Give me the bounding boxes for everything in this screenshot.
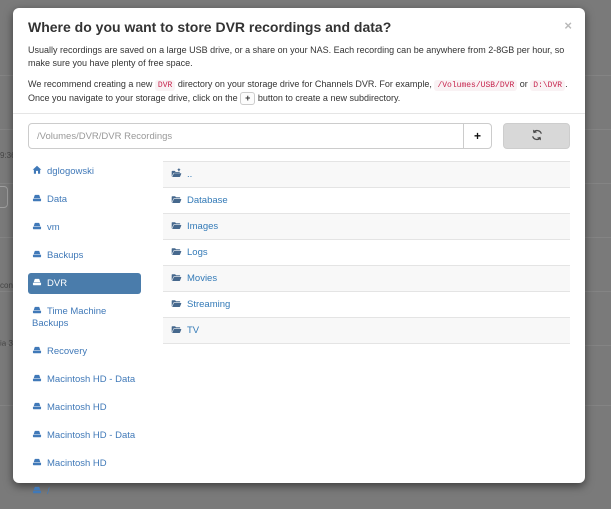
sidebar-drive-item[interactable]: Backups	[28, 245, 141, 266]
drive-label: Macintosh HD - Data	[47, 374, 135, 385]
folder-row[interactable]: TV	[163, 318, 570, 344]
drive-icon	[32, 374, 47, 385]
close-icon[interactable]: ×	[564, 19, 572, 32]
sidebar-drive-item[interactable]: Data	[28, 189, 141, 210]
rec-text: or	[517, 79, 530, 89]
create-directory-button[interactable]: +	[463, 123, 492, 149]
folder-label: TV	[187, 325, 199, 336]
drive-icon	[32, 194, 47, 205]
intro-paragraph: Usually recordings are saved on a large …	[28, 44, 570, 70]
drive-icon	[32, 166, 47, 177]
drive-icon	[32, 306, 47, 317]
folder-icon	[171, 247, 187, 258]
folder-icon	[171, 195, 187, 206]
folder-icon	[171, 273, 187, 284]
folder-icon	[171, 169, 187, 180]
drive-label: DVR	[47, 278, 67, 289]
folder-list: .. Database Images Logs Movies Streaming…	[163, 161, 570, 344]
folder-row[interactable]: Streaming	[163, 292, 570, 318]
folder-row[interactable]: Database	[163, 188, 570, 214]
sidebar-drive-item[interactable]: Time Machine Backups	[28, 301, 141, 334]
sidebar-drive-item[interactable]: Recovery	[28, 341, 141, 362]
folder-label: Movies	[187, 273, 217, 284]
drive-icon	[32, 346, 47, 357]
rec-text: We recommend creating a new	[28, 79, 155, 89]
sidebar-drive-item[interactable]: vm	[28, 217, 141, 238]
drive-label: dglogowski	[47, 166, 94, 177]
drive-label: /	[47, 486, 50, 497]
code-dvr: DVR	[155, 80, 175, 91]
background-button-fragment	[0, 186, 8, 208]
folder-label: Logs	[187, 247, 208, 258]
drive-icon	[32, 278, 47, 289]
drive-label: Recovery	[47, 346, 87, 357]
recommendation-paragraph: We recommend creating a new DVR director…	[28, 78, 570, 105]
path-input[interactable]	[28, 123, 464, 149]
folder-icon	[171, 299, 187, 310]
drive-label: Macintosh HD	[47, 402, 107, 413]
plus-icon-inline: +	[240, 92, 255, 105]
refresh-icon	[531, 129, 543, 144]
path-toolbar: +	[13, 114, 585, 156]
dialog-title: Where do you want to store DVR recording…	[28, 19, 570, 35]
sidebar-drive-item[interactable]: Macintosh HD - Data	[28, 425, 141, 446]
dvr-storage-dialog: × Where do you want to store DVR recordi…	[13, 8, 585, 483]
folder-icon	[171, 221, 187, 232]
path-input-group: +	[28, 123, 492, 149]
drive-icon	[32, 458, 47, 469]
drives-list: dglogowski Data vm Backups DVR Time Mach…	[28, 161, 141, 509]
drive-icon	[32, 430, 47, 441]
refresh-button[interactable]	[503, 123, 570, 149]
sidebar-drive-item[interactable]: Macintosh HD	[28, 397, 141, 418]
sidebar-drive-item[interactable]: DVR	[28, 273, 141, 294]
folder-row[interactable]: Logs	[163, 240, 570, 266]
rec-text: directory on your storage drive for Chan…	[175, 79, 434, 89]
folder-row[interactable]: ..	[163, 162, 570, 188]
folder-icon	[171, 325, 187, 336]
code-volumes-usb-dvr: /Volumes/USB/DVR	[434, 80, 517, 91]
background-text-fragment: ia 3	[0, 339, 13, 349]
rec-text: button to create a new subdirectory.	[255, 93, 400, 103]
drive-icon	[32, 250, 47, 261]
folder-label: Streaming	[187, 299, 230, 310]
drive-icon	[32, 486, 47, 497]
file-browser: dglogowski Data vm Backups DVR Time Mach…	[13, 156, 585, 509]
folder-label: ..	[187, 169, 192, 180]
code-d-dvr: D:\DVR	[530, 80, 565, 91]
drive-label: Macintosh HD	[47, 458, 107, 469]
drive-label: Backups	[47, 250, 83, 261]
sidebar-drive-item[interactable]: dglogowski	[28, 161, 141, 182]
dialog-header: Where do you want to store DVR recording…	[13, 8, 585, 105]
drive-label: Data	[47, 194, 67, 205]
sidebar-drive-item[interactable]: Macintosh HD - Data	[28, 369, 141, 390]
folder-label: Images	[187, 221, 218, 232]
folder-row[interactable]: Movies	[163, 266, 570, 292]
drive-label: Macintosh HD - Data	[47, 430, 135, 441]
drive-icon	[32, 222, 47, 233]
folder-row[interactable]: Images	[163, 214, 570, 240]
sidebar-drive-item[interactable]: Macintosh HD	[28, 453, 141, 474]
drive-label: vm	[47, 222, 60, 233]
drive-icon	[32, 402, 47, 413]
folder-label: Database	[187, 195, 228, 206]
